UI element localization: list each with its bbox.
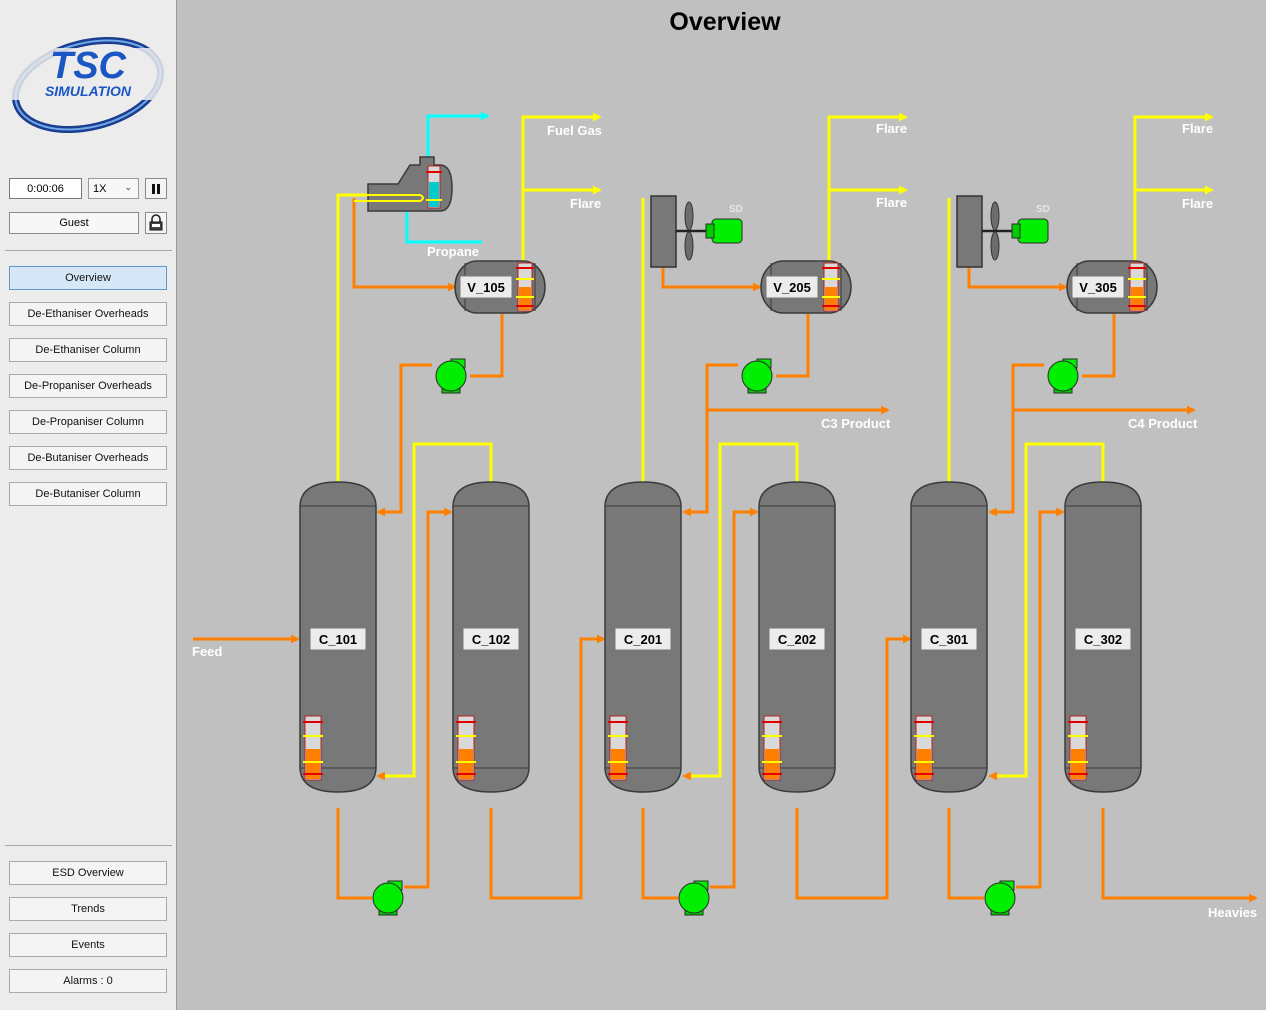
drum-v105[interactable]: V_105	[454, 260, 546, 314]
drum-v305[interactable]: V_305	[1066, 260, 1158, 314]
reflux-pump-305-icon[interactable]	[1047, 358, 1079, 394]
speed-value: 1X	[93, 182, 107, 195]
flare-label-3: Flare	[876, 195, 907, 210]
nav-de-butaniser-overheads[interactable]: De-Butaniser Overheads	[9, 446, 167, 470]
column-tag: C_201	[624, 632, 662, 647]
events-button[interactable]: Events	[9, 933, 167, 957]
motor-icon	[1011, 218, 1049, 244]
svg-text:SIMULATION: SIMULATION	[45, 83, 132, 99]
lock-icon	[149, 214, 163, 231]
sidebar-divider-top	[5, 250, 172, 251]
flare-label-5: Flare	[1182, 196, 1213, 211]
column-c302[interactable]: C_302	[1064, 481, 1142, 793]
level-gauge-icon	[1127, 262, 1147, 312]
process-diagram: Feed Fuel Gas Flare Propane Flare Flare …	[192, 111, 1258, 920]
reflux-pump-205-icon[interactable]	[741, 358, 773, 394]
column-c202[interactable]: C_202	[758, 481, 836, 793]
flare-label-2: Flare	[876, 121, 907, 136]
bottoms-pump-201-icon[interactable]	[678, 880, 710, 916]
heavies-label: Heavies	[1208, 905, 1257, 920]
fan-status: SD	[1036, 204, 1050, 215]
simulation-time-display: 0:00:06	[9, 178, 82, 199]
fuel-gas-label: Fuel Gas	[547, 123, 602, 138]
lock-button[interactable]	[145, 212, 167, 234]
flare-label-4: Flare	[1182, 121, 1213, 136]
column-c301[interactable]: C_301	[910, 481, 988, 793]
air-cooler-205[interactable]: SD	[650, 195, 743, 268]
sidebar: TSC SIMULATION 0:00:06 1X ⌄ Guest Overvi…	[0, 0, 177, 1010]
nav-de-propaniser-overheads[interactable]: De-Propaniser Overheads	[9, 374, 167, 398]
air-cooler-305[interactable]: SD	[956, 195, 1050, 268]
c4-product-label: C4 Product	[1128, 416, 1198, 431]
drum-v205[interactable]: V_205	[760, 260, 852, 314]
nav-de-ethaniser-overheads[interactable]: De-Ethaniser Overheads	[9, 302, 167, 326]
column-tag: C_302	[1084, 632, 1122, 647]
nav-de-ethaniser-column[interactable]: De-Ethaniser Column	[9, 338, 167, 362]
column-c101[interactable]: C_101	[299, 481, 377, 793]
flare-label-1: Flare	[570, 196, 601, 211]
level-gauge-icon	[515, 262, 535, 312]
level-gauge-icon	[913, 715, 935, 781]
motor-icon	[705, 218, 743, 244]
chevron-down-icon: ⌄	[124, 182, 132, 192]
column-tag: C_101	[319, 632, 357, 647]
column-c102[interactable]: C_102	[452, 481, 530, 793]
alarms-button[interactable]: Alarms : 0	[9, 969, 167, 993]
nav-overview[interactable]: Overview	[9, 266, 167, 290]
column-tag: C_301	[930, 632, 968, 647]
pause-button[interactable]	[145, 178, 167, 199]
svg-text:TSC: TSC	[50, 45, 127, 87]
esd-overview-button[interactable]: ESD Overview	[9, 861, 167, 885]
reflux-pump-105-icon[interactable]	[435, 358, 467, 394]
level-gauge-icon	[761, 715, 783, 781]
speed-select[interactable]: 1X ⌄	[88, 178, 139, 199]
fan-status: SD	[729, 204, 743, 215]
column-c201[interactable]: C_201	[604, 481, 682, 793]
propane-label: Propane	[427, 244, 479, 259]
feed-label: Feed	[192, 644, 222, 659]
level-gauge-icon	[302, 715, 324, 781]
nav-de-butaniser-column[interactable]: De-Butaniser Column	[9, 482, 167, 506]
pause-icon	[152, 183, 160, 194]
drum-tag: V_305	[1079, 280, 1117, 295]
c3-product-label: C3 Product	[821, 416, 891, 431]
column-tag: C_102	[472, 632, 510, 647]
user-button[interactable]: Guest	[9, 212, 139, 234]
drum-tag: V_205	[773, 280, 811, 295]
bottoms-pump-301-icon[interactable]	[984, 880, 1016, 916]
column-tag: C_202	[778, 632, 816, 647]
level-gauge-icon	[455, 715, 477, 781]
bottoms-pump-101-icon[interactable]	[372, 880, 404, 916]
level-gauge-icon	[1067, 715, 1089, 781]
level-gauge-icon	[607, 715, 629, 781]
drum-tag: V_105	[467, 280, 505, 295]
sidebar-divider-bottom	[5, 845, 172, 846]
tsc-simulation-logo: TSC SIMULATION	[8, 36, 168, 134]
level-gauge-icon	[821, 262, 841, 312]
trends-button[interactable]: Trends	[9, 897, 167, 921]
nav-de-propaniser-column[interactable]: De-Propaniser Column	[9, 410, 167, 434]
